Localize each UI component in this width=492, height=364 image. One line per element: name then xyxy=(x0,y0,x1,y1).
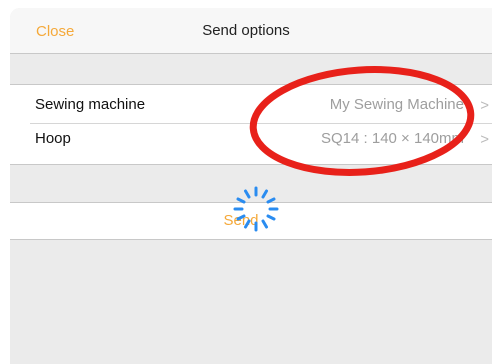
page-title: Send options xyxy=(202,22,290,39)
sewing-machine-row[interactable]: Sewing machine My Sewing Machine > xyxy=(10,93,492,119)
chevron-right-icon: > xyxy=(480,131,489,148)
navigation-bar: Close Send options xyxy=(10,8,492,54)
settings-table: Sewing machine My Sewing Machine > Hoop … xyxy=(10,84,492,165)
hoop-value: SQ14 : 140 × 140mm xyxy=(321,130,464,147)
hoop-row[interactable]: Hoop SQ14 : 140 × 140mm > xyxy=(10,127,492,153)
send-cell[interactable]: Send xyxy=(10,202,492,240)
hoop-label: Hoop xyxy=(35,130,71,147)
chevron-right-icon: > xyxy=(480,97,489,114)
row-divider xyxy=(30,123,492,124)
send-options-sheet: Close Send options Sewing machine My Sew… xyxy=(10,8,492,364)
send-button[interactable]: Send xyxy=(10,212,492,229)
sewing-machine-label: Sewing machine xyxy=(35,96,146,113)
sewing-machine-value: My Sewing Machine xyxy=(329,96,464,113)
